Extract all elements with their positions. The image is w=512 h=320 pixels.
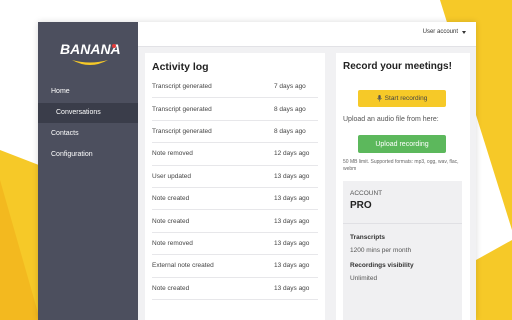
list-item: Note created 13 days ago [152,278,318,300]
log-time: 13 days ago [274,217,310,225]
log-event: Note removed [152,239,193,247]
log-event: Transcript generated [152,127,212,135]
list-item: Note removed 12 days ago [152,143,318,166]
visibility-value: Unlimited [350,275,378,282]
sidebar-item-contacts[interactable]: Contacts [38,124,138,144]
visibility-label: Recordings visibility [350,262,414,269]
transcripts-label: Transcripts [350,234,386,241]
log-event: Transcript generated [152,83,212,91]
svg-text:BANANA: BANANA [60,41,121,57]
account-plan: PRO [350,200,372,211]
list-item: Transcript generated 8 days ago [152,98,318,121]
start-recording-button[interactable]: Start recording [358,90,446,107]
log-event: User updated [152,172,192,180]
record-title: Record your meetings! [343,61,452,72]
sidebar-nav: Home Conversations Contacts Configuratio… [38,82,138,166]
upload-recording-button[interactable]: Upload recording [358,135,446,153]
log-event: External note created [152,262,214,270]
list-item: Note created 13 days ago [152,210,318,233]
user-account-label: User account [422,29,458,35]
log-event: Note removed [152,150,193,158]
app-window: BANANA Home Conversations Contacts Confi… [38,22,476,320]
start-recording-label: Start recording [384,95,428,102]
list-item: Transcript generated 8 days ago [152,121,318,144]
sidebar-item-home[interactable]: Home [38,82,138,102]
log-time: 8 days ago [274,127,306,135]
account-panel: ACCOUNT PRO Transcripts 1200 mins per mo… [343,181,462,320]
list-item: Note created 13 days ago [152,188,318,211]
log-event: Transcript generated [152,105,212,113]
top-bar: User account [138,22,476,47]
list-item: User updated 13 days ago [152,166,318,188]
record-meetings-card: Record your meetings! Start recording Up… [336,53,470,320]
list-item: Transcript generated 7 days ago [152,76,318,99]
list-item: Note removed 13 days ago [152,233,318,256]
chevron-down-icon [462,30,466,34]
log-time: 12 days ago [274,150,310,158]
log-event: Note created [152,217,190,225]
log-event: Note created [152,284,190,292]
activity-log-title: Activity log [152,61,209,73]
sidebar-item-configuration[interactable]: Configuration [38,145,138,165]
upload-instructions: Upload an audio file from here: [343,116,439,123]
divider [343,223,462,224]
activity-log-card: Activity log Transcript generated 7 days … [145,53,325,320]
upload-limit-note: 50 MB limit. Supported formats: mp3, ogg… [343,159,459,172]
account-label: ACCOUNT [350,190,383,197]
log-time: 13 days ago [274,284,310,292]
upload-recording-label: Upload recording [375,140,429,148]
log-time: 8 days ago [274,105,306,113]
banana-logo: BANANA [60,41,121,65]
microphone-icon [376,95,382,102]
log-time: 13 days ago [274,239,310,247]
sidebar-item-conversations[interactable]: Conversations [38,103,138,123]
log-time: 13 days ago [274,195,310,203]
user-account-menu[interactable]: User account [423,29,466,35]
log-event: Note created [152,195,190,203]
log-time: 7 days ago [274,83,306,91]
sidebar: BANANA Home Conversations Contacts Confi… [38,22,138,320]
list-item: External note created 13 days ago [152,255,318,278]
activity-log-list: Transcript generated 7 days ago Transcrip… [152,76,318,300]
log-time: 13 days ago [274,262,310,270]
transcripts-value: 1200 mins per month [350,247,412,254]
log-time: 13 days ago [274,172,310,180]
